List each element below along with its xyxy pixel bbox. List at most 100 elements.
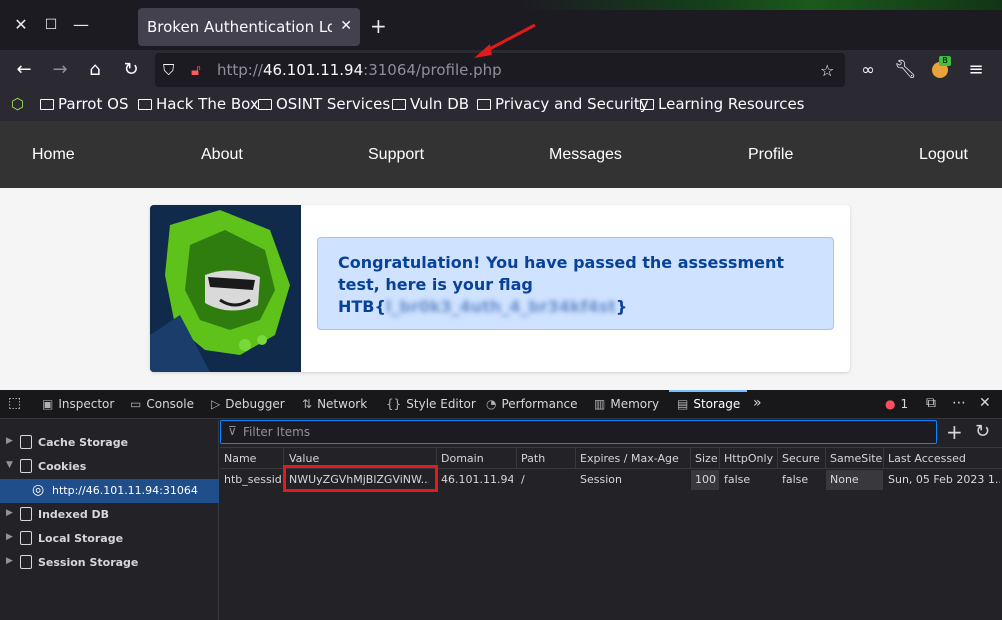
folder-icon <box>40 99 54 110</box>
collapse-arrow-icon[interactable]: ▼ <box>6 460 13 470</box>
more-tabs-icon[interactable]: » <box>753 395 762 411</box>
tab-label: Storage <box>693 397 741 411</box>
element-picker-icon[interactable]: ⬚ <box>8 395 21 411</box>
col-value[interactable]: Value <box>289 452 319 465</box>
col-samesite[interactable]: SameSite <box>830 452 882 465</box>
tab-console[interactable]: ▭ Console <box>130 397 194 411</box>
bookmark-privacy-security[interactable]: Privacy and Security <box>477 95 649 113</box>
cookie-name[interactable]: htb_sessid <box>224 473 282 486</box>
cookie-expires[interactable]: Session <box>580 473 622 486</box>
nav-home[interactable]: Home <box>32 146 75 164</box>
column-divider <box>575 448 576 470</box>
tree-session-storage[interactable]: ▶ Session Storage <box>0 551 219 575</box>
performance-icon: ◔ <box>486 397 497 411</box>
col-size[interactable]: Size <box>695 452 718 465</box>
bookmark-osint-services[interactable]: OSINT Services <box>258 95 390 113</box>
red-arrow-annotation <box>474 23 536 58</box>
reload-icon[interactable]: ↻ <box>121 60 141 80</box>
cookie-secure[interactable]: false <box>782 473 808 486</box>
expand-arrow-icon[interactable]: ▶ <box>6 556 13 566</box>
window-maximize-icon[interactable]: ☐ <box>42 16 60 34</box>
tab-label: Console <box>146 397 194 411</box>
bookmark-hack-the-box[interactable]: Hack The Box <box>138 95 259 113</box>
tab-debugger[interactable]: ▷ Debugger <box>211 397 285 411</box>
expand-arrow-icon[interactable]: ▶ <box>6 532 13 542</box>
refresh-icon[interactable]: ↻ <box>975 421 990 442</box>
style-editor-icon: {} <box>386 397 402 411</box>
bookmark-parrot-os[interactable]: Parrot OS <box>40 95 128 113</box>
new-tab-icon[interactable]: + <box>370 14 387 38</box>
folder-icon <box>392 99 406 110</box>
window-close-icon[interactable]: ✕ <box>12 16 30 34</box>
tree-cache-storage[interactable]: ▶ Cache Storage <box>0 431 219 455</box>
back-icon[interactable]: ← <box>14 60 34 80</box>
tree-label: Cookies <box>38 460 87 473</box>
private-mask-icon[interactable]: ∞ <box>858 60 878 80</box>
insecure-lock-icon[interactable]: 🔓︎ <box>191 61 201 79</box>
tab-memory[interactable]: ▥ Memory <box>594 397 659 411</box>
col-secure[interactable]: Secure <box>782 452 820 465</box>
expand-arrow-icon[interactable]: ▶ <box>6 508 13 518</box>
tab-storage[interactable]: ▤ Storage <box>677 397 740 411</box>
col-httponly[interactable]: HttpOnly <box>724 452 773 465</box>
col-name[interactable]: Name <box>224 452 256 465</box>
menu-icon[interactable]: ≡ <box>966 60 986 80</box>
filter-input[interactable]: ⊽ Filter Items <box>220 420 937 444</box>
expand-arrow-icon[interactable]: ▶ <box>6 436 13 446</box>
cookie-samesite[interactable]: None <box>830 473 859 486</box>
tree-cookies[interactable]: ▼ Cookies <box>0 455 219 479</box>
tree-cookie-origin[interactable]: ◎ http://46.101.11.94:31064 <box>0 479 219 503</box>
tab-label: Memory <box>610 397 660 411</box>
tab-label: Style Editor <box>406 397 476 411</box>
nav-about[interactable]: About <box>201 146 243 164</box>
filter-icon: ⊽ <box>228 424 237 438</box>
bookmark-star-icon[interactable]: ☆ <box>820 61 834 80</box>
browser-tab[interactable]: Broken Authentication Login ✕ <box>138 8 360 46</box>
tree-label: Indexed DB <box>38 508 110 521</box>
add-item-icon[interactable]: + <box>946 420 963 444</box>
cookie-size[interactable]: 100 <box>695 473 716 486</box>
database-icon <box>20 459 32 473</box>
extension-avatar-icon[interactable]: B <box>930 56 951 80</box>
cookie-domain[interactable]: 46.101.11.94 <box>441 473 513 486</box>
column-divider <box>883 448 884 470</box>
nav-messages[interactable]: Messages <box>549 146 622 164</box>
tab-performance[interactable]: ◔ Performance <box>486 397 578 411</box>
dock-icon[interactable]: ⧉ <box>926 395 936 411</box>
nav-support[interactable]: Support <box>368 146 424 164</box>
error-count-badge[interactable]: ● 1 <box>885 397 908 411</box>
alert-line-2: test, here is your flag <box>338 275 533 294</box>
more-options-icon[interactable]: ⋯ <box>952 395 966 411</box>
cookie-path[interactable]: / <box>521 473 525 486</box>
database-icon <box>20 531 32 545</box>
col-last-accessed[interactable]: Last Accessed <box>888 452 966 465</box>
bookmark-label: Learning Resources <box>658 95 805 113</box>
cookie-httponly[interactable]: false <box>724 473 750 486</box>
url-text[interactable]: http://46.101.11.94:31064/profile.php <box>217 61 502 79</box>
tree-local-storage[interactable]: ▶ Local Storage <box>0 527 219 551</box>
tab-style-editor[interactable]: {} Style Editor <box>386 397 476 411</box>
window-minimize-icon[interactable]: — <box>72 16 90 34</box>
tab-inspector[interactable]: ▣ Inspector <box>42 397 114 411</box>
nav-profile[interactable]: Profile <box>748 146 793 164</box>
filter-placeholder: Filter Items <box>243 425 311 439</box>
flag-prefix: HTB{ <box>338 297 386 316</box>
wrench-icon[interactable]: 🔧︎ <box>894 60 917 80</box>
folder-icon <box>258 99 272 110</box>
forward-icon[interactable]: → <box>50 60 70 80</box>
shield-icon[interactable]: ⛉ <box>163 61 174 79</box>
tab-network[interactable]: ⇅ Network <box>302 397 367 411</box>
bookmark-learning-resources[interactable]: Learning Resources <box>640 95 805 113</box>
column-divider <box>719 448 720 470</box>
tab-close-icon[interactable]: ✕ <box>340 18 352 34</box>
tree-indexed-db[interactable]: ▶ Indexed DB <box>0 503 219 527</box>
home-icon[interactable]: ⌂ <box>85 60 105 80</box>
col-domain[interactable]: Domain <box>441 452 484 465</box>
bookmark-vuln-db[interactable]: Vuln DB <box>392 95 469 113</box>
success-alert: Congratulation! You have passed the asse… <box>317 237 834 330</box>
col-path[interactable]: Path <box>521 452 545 465</box>
cookie-last-accessed[interactable]: Sun, 05 Feb 2023 1... <box>888 473 1000 486</box>
nav-logout[interactable]: Logout <box>919 146 968 164</box>
devtools-close-icon[interactable]: ✕ <box>979 395 991 411</box>
col-expires[interactable]: Expires / Max-Age <box>580 452 679 465</box>
